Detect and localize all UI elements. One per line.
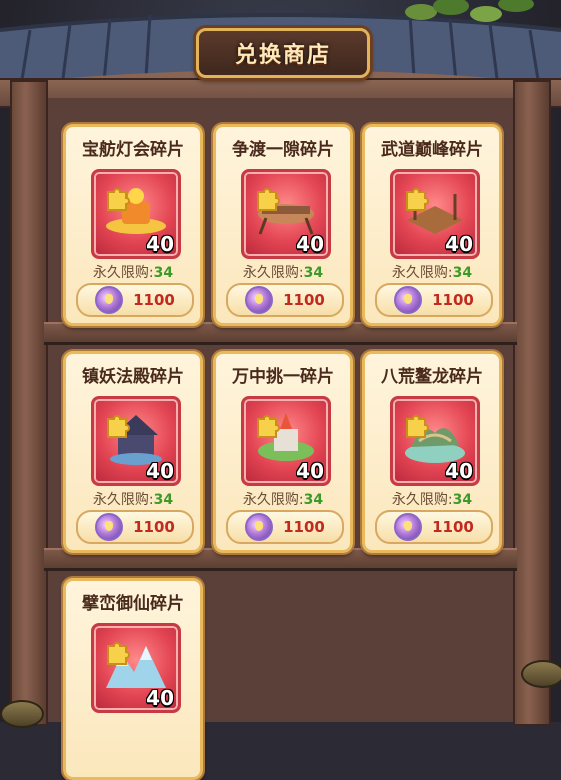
item-card[interactable]: 擘峦御仙碎片 40 xyxy=(63,578,203,780)
puzzle-piece-icon xyxy=(107,642,130,665)
currency-coin-icon xyxy=(394,286,423,314)
price: 1100 xyxy=(283,518,325,536)
item-count: 40 xyxy=(296,459,324,483)
buy-button[interactable]: 1100 xyxy=(375,510,493,544)
buy-button[interactable]: 1100 xyxy=(76,510,194,544)
purchase-limit: 永久限购:34 xyxy=(92,265,174,281)
item-name: 武道巅峰碎片 xyxy=(381,140,483,160)
item-card[interactable]: 镇妖法殿碎片 40 永久限购:34 1100 xyxy=(63,351,203,553)
item-thumbnail[interactable]: 40 xyxy=(91,396,181,486)
buy-button[interactable]: 1100 xyxy=(375,283,493,317)
currency-coin-icon xyxy=(245,286,274,314)
item-name: 争渡一隙碎片 xyxy=(232,140,334,160)
shop-title: 兑换商店 xyxy=(234,43,331,68)
item-card[interactable]: 万中挑一碎片 40 永久限购:34 1100 xyxy=(213,351,353,553)
purchase-limit: 永久限购:34 xyxy=(242,265,324,281)
puzzle-piece-icon xyxy=(257,188,280,211)
item-name: 宝舫灯会碎片 xyxy=(82,140,184,160)
currency-coin-icon xyxy=(245,513,274,541)
item-thumbnail[interactable]: 40 xyxy=(241,169,331,259)
buy-button[interactable]: 1100 xyxy=(226,283,344,317)
purchase-limit: 永久限购:34 xyxy=(391,492,473,508)
item-name: 镇妖法殿碎片 xyxy=(82,367,184,387)
shop-title-plate: 兑换商店 xyxy=(196,28,370,78)
coin-pile-decoration xyxy=(521,660,561,688)
price: 1100 xyxy=(432,291,474,309)
puzzle-piece-icon xyxy=(257,415,280,438)
item-count: 40 xyxy=(146,232,174,256)
price: 1100 xyxy=(432,518,474,536)
currency-coin-icon xyxy=(394,513,423,541)
frame-right-pillar xyxy=(513,80,551,726)
puzzle-piece-icon xyxy=(107,188,130,211)
item-name: 擘峦御仙碎片 xyxy=(82,594,184,614)
item-thumbnail[interactable]: 40 xyxy=(91,169,181,259)
item-card[interactable]: 争渡一隙碎片 40 永久限购:34 1100 xyxy=(213,124,353,326)
item-count: 40 xyxy=(296,232,324,256)
puzzle-piece-icon xyxy=(406,415,429,438)
purchase-limit: 永久限购:34 xyxy=(391,265,473,281)
puzzle-piece-icon xyxy=(406,188,429,211)
currency-coin-icon xyxy=(95,286,124,314)
buy-button[interactable]: 1100 xyxy=(76,283,194,317)
item-count: 40 xyxy=(445,232,473,256)
purchase-limit: 永久限购:34 xyxy=(92,492,174,508)
item-card[interactable]: 八荒鳌龙碎片 40 永久限购:34 1100 xyxy=(362,351,502,553)
item-name: 万中挑一碎片 xyxy=(232,367,334,387)
item-thumbnail[interactable]: 40 xyxy=(91,623,181,713)
item-thumbnail[interactable]: 40 xyxy=(241,396,331,486)
item-thumbnail[interactable]: 40 xyxy=(390,396,480,486)
puzzle-piece-icon xyxy=(107,415,130,438)
leaves-decoration xyxy=(405,0,534,22)
item-count: 40 xyxy=(445,459,473,483)
item-count: 40 xyxy=(146,686,174,710)
item-card[interactable]: 武道巅峰碎片 40 永久限购:34 1100 xyxy=(362,124,502,326)
currency-coin-icon xyxy=(95,513,124,541)
item-card[interactable]: 宝舫灯会碎片 40 永久限购:34 1100 xyxy=(63,124,203,326)
item-name: 八荒鳌龙碎片 xyxy=(381,367,483,387)
frame-left-pillar xyxy=(10,80,48,726)
buy-button[interactable]: 1100 xyxy=(226,510,344,544)
price: 1100 xyxy=(283,291,325,309)
price: 1100 xyxy=(133,518,175,536)
item-thumbnail[interactable]: 40 xyxy=(390,169,480,259)
purchase-limit: 永久限购:34 xyxy=(242,492,324,508)
coin-pile-decoration xyxy=(0,700,44,728)
price: 1100 xyxy=(133,291,175,309)
item-count: 40 xyxy=(146,459,174,483)
